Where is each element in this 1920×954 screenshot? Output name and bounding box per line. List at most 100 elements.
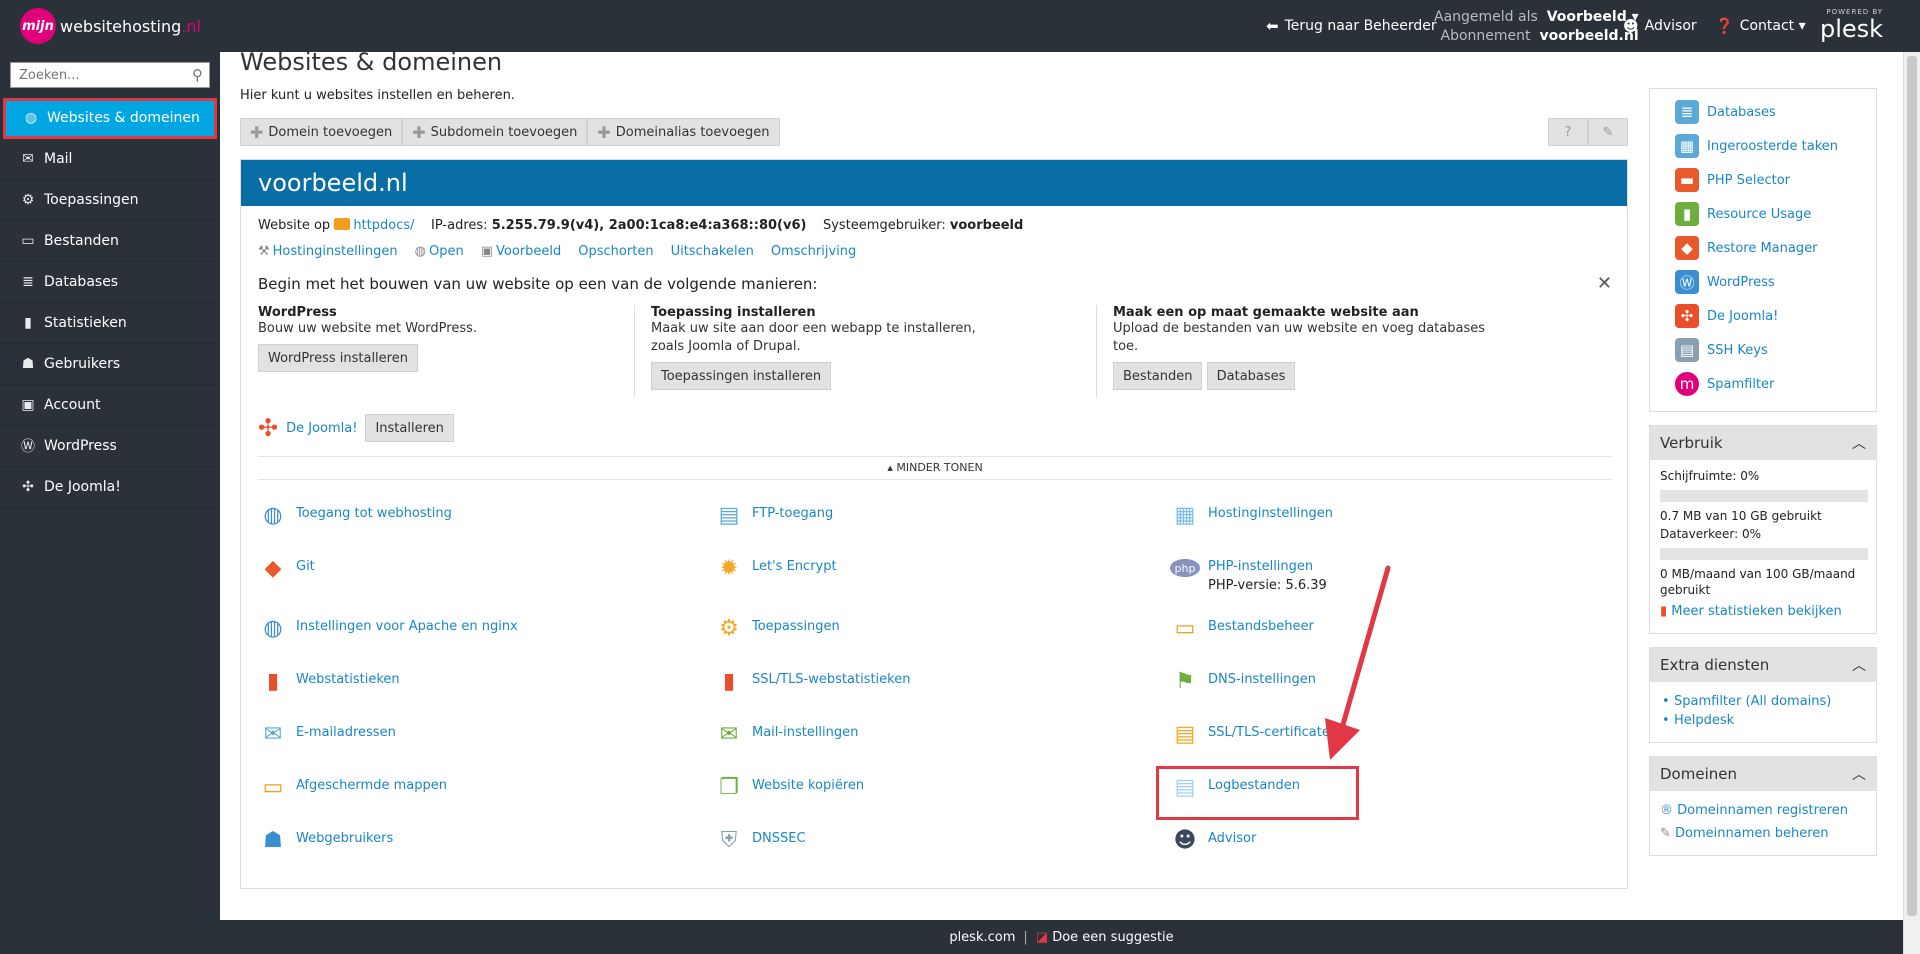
- quick-link[interactable]: ▬ PHP Selector: [1650, 163, 1876, 197]
- tool-item[interactable]: ▦ Hostinginstellingen: [1170, 503, 1333, 530]
- tool-link[interactable]: Instellingen voor Apache en nginx: [296, 619, 518, 634]
- tool-link[interactable]: Toepassingen: [752, 619, 840, 634]
- tool-link[interactable]: E-mailadressen: [296, 725, 396, 740]
- sidebar-item-account[interactable]: ▣ Account: [0, 385, 220, 426]
- quick-link[interactable]: ▮ Resource Usage: [1650, 197, 1876, 231]
- close-icon[interactable]: ✕: [1597, 273, 1612, 294]
- tool-item[interactable]: ◍ Instellingen voor Apache en nginx: [258, 616, 518, 643]
- sidebar-item-wordpress[interactable]: Ⓦ WordPress: [0, 426, 220, 467]
- plesk-com-link[interactable]: plesk.com: [949, 930, 1015, 945]
- register-domains-link[interactable]: ® Domeinnamen registreren: [1660, 799, 1866, 822]
- extra-services-header[interactable]: Extra diensten ︿: [1650, 648, 1876, 682]
- back-to-admin-link[interactable]: ⬅ Terug naar Beheerder: [1266, 0, 1437, 52]
- httpdocs-link[interactable]: httpdocs/: [334, 218, 415, 233]
- quick-link-label[interactable]: Databases: [1707, 105, 1776, 120]
- tool-item[interactable]: ▮ Webstatistieken: [258, 669, 400, 696]
- tool-item[interactable]: ◍ Toegang tot webhosting: [258, 503, 452, 530]
- description-link[interactable]: Omschrijving: [771, 244, 856, 259]
- tool-item[interactable]: ☗ Webgebruikers: [258, 828, 393, 855]
- manage-domains-link[interactable]: ✎ Domeinnamen beheren: [1660, 822, 1866, 845]
- sidebar-item-databases[interactable]: ≣ Databases: [0, 262, 220, 303]
- joomla-install-button[interactable]: Installeren: [365, 414, 454, 442]
- tool-link[interactable]: Webgebruikers: [296, 831, 393, 846]
- tool-link[interactable]: Website kopiëren: [752, 778, 864, 793]
- page-scrollbar[interactable]: [1903, 52, 1920, 954]
- quick-link-label[interactable]: Restore Manager: [1707, 241, 1817, 256]
- quick-link-label[interactable]: WordPress: [1707, 275, 1775, 290]
- helpdesk-link[interactable]: Helpdesk: [1674, 713, 1734, 728]
- search-icon[interactable]: ⚲: [192, 66, 203, 84]
- quick-link[interactable]: m Spamfilter: [1650, 367, 1876, 401]
- domains-header[interactable]: Domeinen ︿: [1650, 757, 1876, 791]
- spamfilter-all-link[interactable]: Spamfilter (All domains): [1674, 694, 1831, 709]
- tool-item[interactable]: ▮ SSL/TLS-webstatistieken: [714, 669, 911, 696]
- quick-link-label[interactable]: SSH Keys: [1707, 343, 1768, 358]
- quick-link-label[interactable]: Spamfilter: [1707, 377, 1774, 392]
- quick-link[interactable]: ▤ SSH Keys: [1650, 333, 1876, 367]
- tool-item[interactable]: ⛨ DNSSEC: [714, 828, 806, 855]
- tool-link[interactable]: Mail-instellingen: [752, 725, 858, 740]
- sidebar-item-files[interactable]: ▭ Bestanden: [0, 221, 220, 262]
- tool-link[interactable]: Hostinginstellingen: [1208, 506, 1333, 521]
- tool-link[interactable]: Afgeschermde mappen: [296, 778, 447, 793]
- tool-item[interactable]: ▭ Afgeschermde mappen: [258, 775, 447, 802]
- install-wordpress-button[interactable]: WordPress installeren: [258, 344, 418, 372]
- sidebar-item-joomla[interactable]: ✣ De Joomla!: [0, 467, 220, 508]
- tool-link[interactable]: Let's Encrypt: [752, 559, 837, 574]
- tool-item[interactable]: ✹ Let's Encrypt: [714, 556, 837, 583]
- disable-link[interactable]: Uitschakelen: [671, 244, 754, 259]
- tool-link[interactable]: DNSSEC: [752, 831, 806, 846]
- tool-item[interactable]: ▤ FTP-toegang: [714, 503, 834, 530]
- open-link[interactable]: ◍ Open: [415, 244, 464, 259]
- preview-link[interactable]: ▣ Voorbeeld: [481, 244, 562, 259]
- sidebar-item-applications[interactable]: ⚙ Toepassingen: [0, 180, 220, 221]
- search-input[interactable]: [19, 67, 179, 83]
- usage-header[interactable]: Verbruik ︿: [1650, 426, 1876, 460]
- tool-link[interactable]: FTP-toegang: [752, 506, 833, 521]
- add-subdomain-button[interactable]: ✚ Subdomein toevoegen: [402, 118, 588, 146]
- tool-item[interactable]: ☻ Advisor: [1170, 828, 1257, 855]
- tool-item[interactable]: ⚙ Toepassingen: [714, 616, 840, 643]
- files-button[interactable]: Bestanden: [1113, 362, 1203, 390]
- tool-link[interactable]: Webstatistieken: [296, 672, 400, 687]
- quick-link-label[interactable]: Resource Usage: [1707, 207, 1811, 222]
- suspend-link[interactable]: Opschorten: [578, 244, 653, 259]
- help-button[interactable]: ?: [1548, 118, 1588, 146]
- tools-button[interactable]: ✎: [1588, 118, 1628, 146]
- tool-item[interactable]: php PHP-instellingen PHP-versie: 5.6.39: [1170, 559, 1327, 593]
- tool-item[interactable]: ❐ Website kopiëren: [714, 775, 864, 802]
- more-statistics-link[interactable]: ▮ Meer statistieken bekijken: [1660, 600, 1866, 623]
- contact-menu[interactable]: ❓ Contact ▾: [1715, 0, 1806, 52]
- quick-link-label[interactable]: De Joomla!: [1707, 309, 1778, 324]
- brand-logo[interactable]: mijn websitehosting.nl: [20, 8, 201, 44]
- tool-item[interactable]: ⚑ DNS-instellingen: [1170, 669, 1316, 696]
- scrollbar-thumb[interactable]: [1907, 56, 1917, 916]
- joomla-link[interactable]: De Joomla!: [286, 421, 357, 436]
- quick-link[interactable]: ◆ Restore Manager: [1650, 231, 1876, 265]
- tool-link[interactable]: DNS-instellingen: [1208, 672, 1316, 687]
- sidebar-item-users[interactable]: ☗ Gebruikers: [0, 344, 220, 385]
- quick-link[interactable]: ≣ Databases: [1650, 95, 1876, 129]
- suggestion-link[interactable]: ◪ Doe een suggestie: [1036, 930, 1174, 945]
- tool-link[interactable]: SSL/TLS-certificaten: [1208, 725, 1338, 740]
- quick-link[interactable]: ✣ De Joomla!: [1650, 299, 1876, 333]
- tool-link[interactable]: PHP-instellingen: [1208, 559, 1313, 574]
- add-domain-button[interactable]: ✚ Domein toevoegen: [240, 118, 403, 146]
- quick-link-label[interactable]: PHP Selector: [1707, 173, 1790, 188]
- sidebar-item-mail[interactable]: ✉ Mail: [0, 139, 220, 180]
- databases-button[interactable]: Databases: [1206, 362, 1296, 390]
- tool-item[interactable]: ▭ Bestandsbeheer: [1170, 616, 1314, 643]
- tool-item[interactable]: ◆ Git: [258, 556, 315, 583]
- quick-link[interactable]: Ⓦ WordPress: [1650, 265, 1876, 299]
- install-applications-button[interactable]: Toepassingen installeren: [651, 362, 832, 390]
- tool-link[interactable]: Git: [296, 559, 315, 574]
- tool-link[interactable]: Toegang tot webhosting: [296, 506, 452, 521]
- tool-item[interactable]: ▤ SSL/TLS-certificaten: [1170, 722, 1339, 749]
- sidebar-item-statistics[interactable]: ▮ Statistieken: [0, 303, 220, 344]
- add-domain-alias-button[interactable]: ✚ Domeinalias toevoegen: [587, 118, 780, 146]
- quick-link-label[interactable]: Ingeroosterde taken: [1707, 139, 1838, 154]
- tool-link[interactable]: SSL/TLS-webstatistieken: [752, 672, 910, 687]
- sidebar-item-websites[interactable]: ◍ Websites & domeinen: [3, 98, 217, 139]
- tool-link[interactable]: Bestandsbeheer: [1208, 619, 1314, 634]
- tool-item[interactable]: ✉ Mail-instellingen: [714, 722, 859, 749]
